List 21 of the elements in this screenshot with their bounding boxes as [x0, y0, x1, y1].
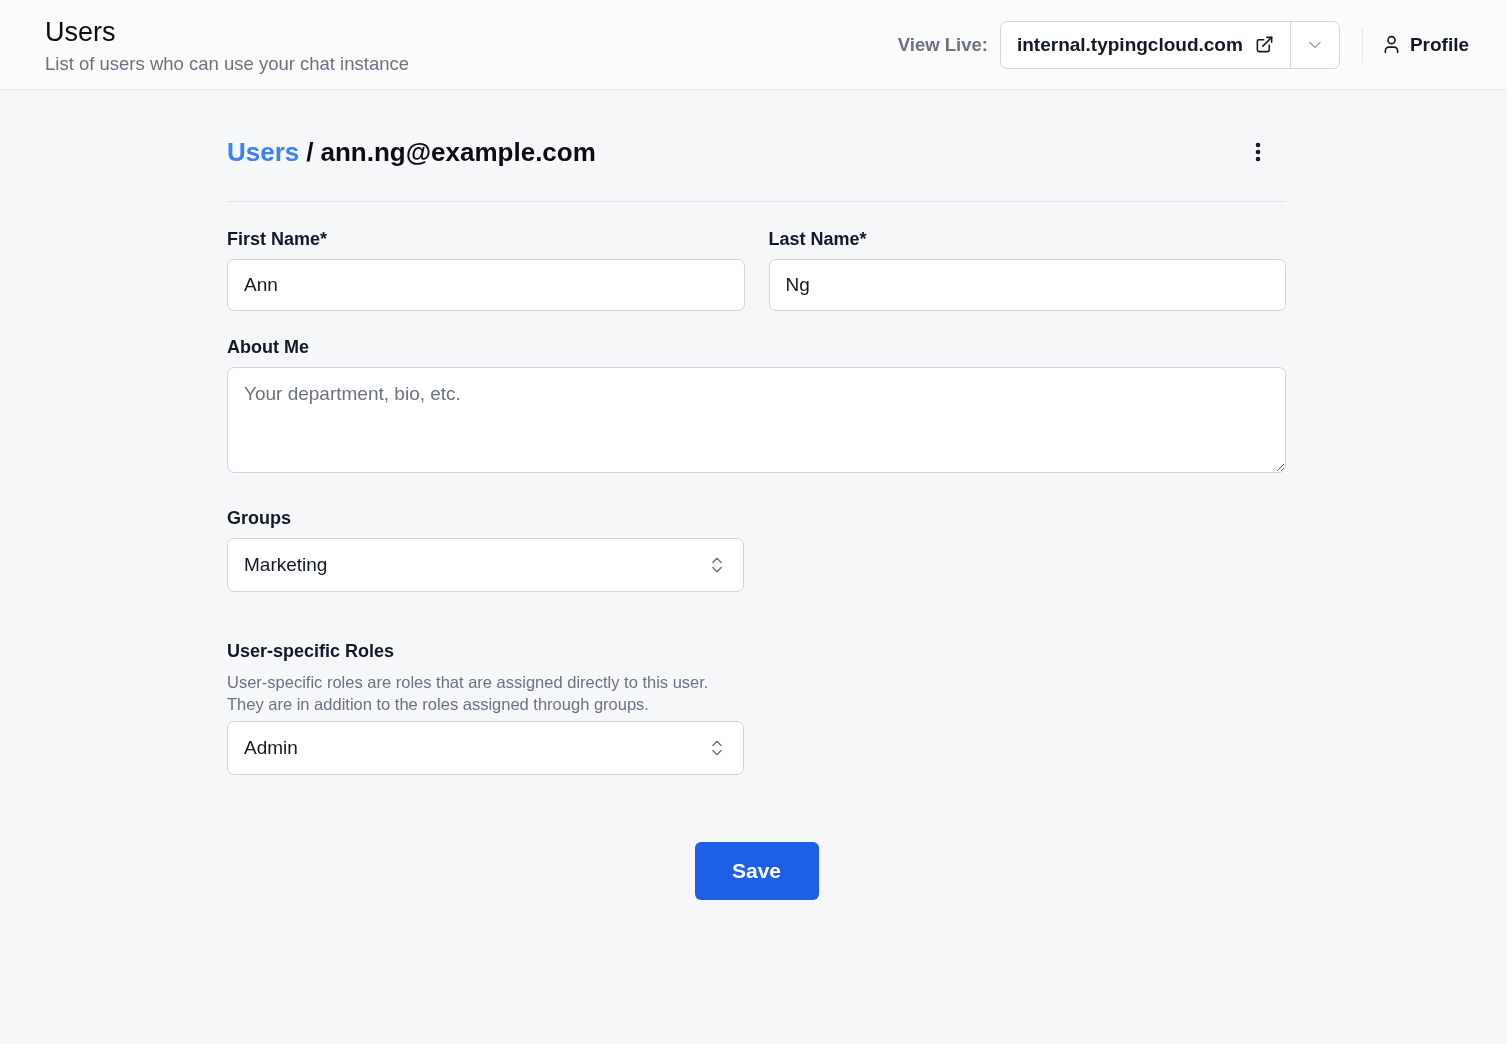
field-label: Groups: [227, 507, 291, 529]
name-input[interactable]: Ng: [768, 259, 1286, 311]
field-label: First Name*: [227, 228, 328, 250]
field-label: Last Name*: [768, 228, 867, 250]
groups-select[interactable]: Marketing: [227, 538, 744, 592]
roles-select[interactable]: Admin: [227, 721, 744, 775]
help-text: They are in addition to the roles assigned through groups.: [227, 694, 649, 715]
page-title: Users: [45, 15, 116, 48]
live-site-link[interactable]: internal.typingcloud.com: [1000, 21, 1290, 68]
breadcrumb-separator: /: [306, 136, 314, 168]
about-me-textarea[interactable]: Your department, bio, etc.: [227, 367, 1286, 473]
external-link-icon: [1254, 35, 1274, 54]
breadcrumb-current: ann.ng@example.com: [320, 136, 596, 168]
save-button[interactable]: Save: [694, 842, 819, 900]
page-subtitle: List of users who can use your chat instance: [45, 51, 410, 76]
view-live-label: View Live:: [897, 33, 988, 56]
help-text: User-specific roles are roles that are assigned directly to this user.: [227, 672, 709, 693]
field-label: About Me: [227, 336, 309, 358]
profile-button[interactable]: Profile: [1380, 33, 1469, 56]
name-input[interactable]: Ann: [227, 259, 745, 311]
field-label: User-specific Roles: [227, 640, 395, 662]
